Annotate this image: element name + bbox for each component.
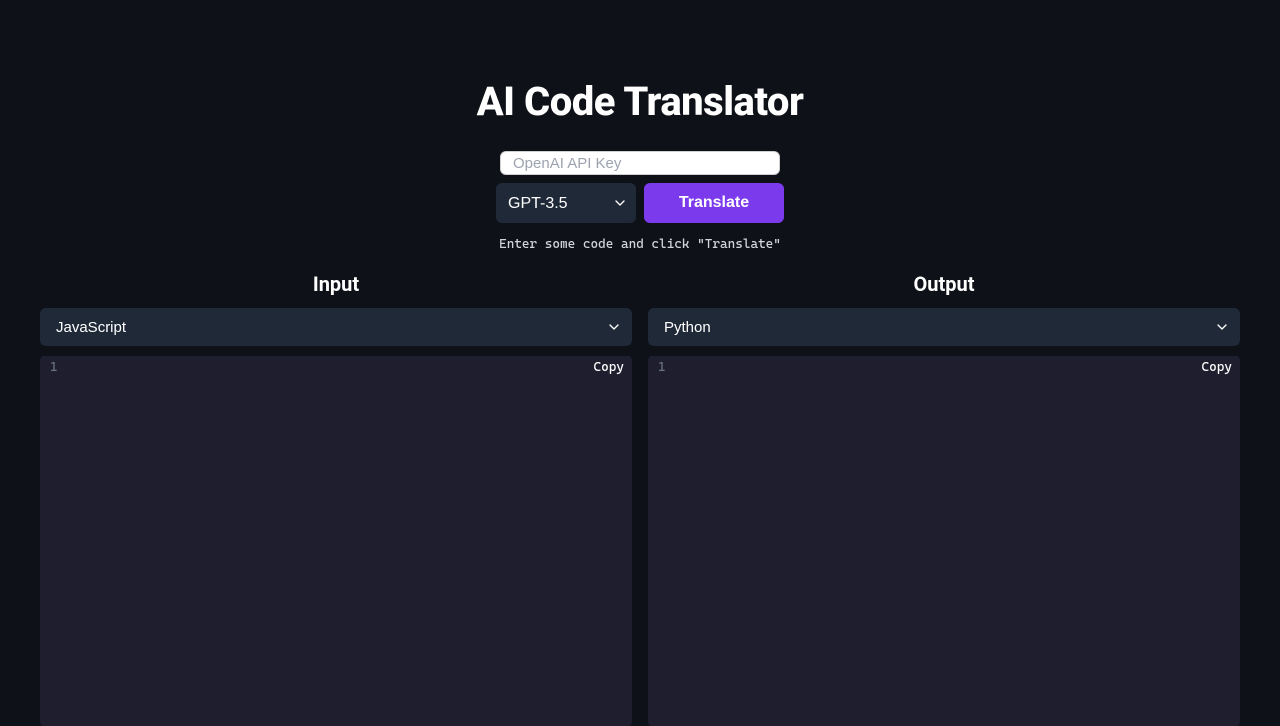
translate-button[interactable]: Translate — [644, 183, 784, 223]
input-panel: Input JavaScript 1 Copy — [40, 272, 632, 726]
output-panel: Output Python 1 Copy — [648, 272, 1240, 726]
api-key-input[interactable] — [500, 151, 780, 175]
input-title: Input — [40, 272, 632, 296]
output-copy-button[interactable]: Copy — [1202, 360, 1232, 375]
model-select[interactable]: GPT-3.5 — [496, 183, 636, 223]
page-title: AI Code Translator — [477, 78, 804, 125]
hint-text: Enter some code and click "Translate" — [499, 237, 781, 252]
input-line-number: 1 — [48, 360, 58, 375]
output-title: Output — [648, 272, 1240, 296]
input-code-editor[interactable]: 1 Copy — [40, 356, 632, 726]
input-copy-button[interactable]: Copy — [594, 360, 624, 375]
input-language-select[interactable]: JavaScript — [40, 308, 632, 346]
output-language-select[interactable]: Python — [648, 308, 1240, 346]
output-code-editor[interactable]: 1 Copy — [648, 356, 1240, 726]
output-line-number: 1 — [656, 360, 666, 375]
